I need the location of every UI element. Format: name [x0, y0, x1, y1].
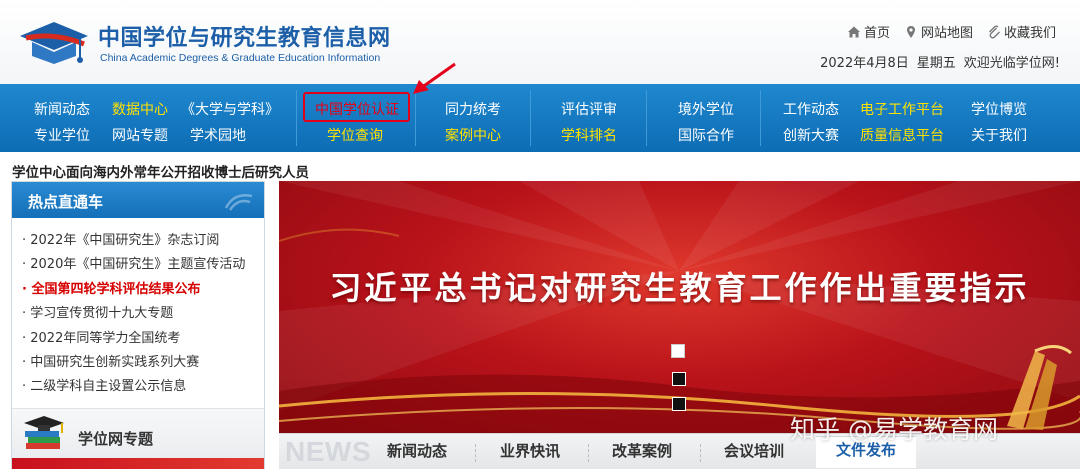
home-link[interactable]: 首页	[847, 22, 890, 41]
annotation-highlight-box	[303, 92, 410, 122]
nav-item-overseas-degree[interactable]: 境外学位	[678, 99, 734, 119]
tab-divider	[700, 444, 701, 462]
sitemap-link[interactable]: 网站地图	[904, 22, 973, 41]
hot-topic-item[interactable]: · 二级学科自主设置公示信息	[22, 375, 262, 399]
tab-divider	[588, 444, 589, 462]
nav-divider	[530, 90, 531, 146]
special-topics-title: 学位网专题	[78, 430, 154, 448]
nav-item-discipline-ranking[interactable]: 学科排名	[561, 125, 617, 145]
weekday-text: 星期五	[916, 56, 956, 71]
special-topics-box[interactable]: 学位网专题	[12, 408, 264, 462]
decorative-red-strip	[12, 458, 264, 469]
nav-item-degree-expo[interactable]: 学位博览	[971, 99, 1027, 119]
graduation-cap-logo-icon[interactable]	[18, 14, 90, 70]
hero-banner[interactable]: 习近平总书记对研究生教育工作作出重要指示	[279, 181, 1080, 433]
hot-topics-list: · 2022年《中国研究生》杂志订阅 · 2020年《中国研究生》主题宣传活动 …	[22, 229, 262, 400]
tab-industry-news[interactable]: 业界快讯	[500, 440, 560, 461]
hot-topics-panel: 热点直通车 · 2022年《中国研究生》杂志订阅 · 2020年《中国研究生》主…	[11, 181, 265, 469]
books-grad-cap-icon	[24, 416, 64, 449]
hot-topics-title: 热点直通车	[28, 193, 104, 211]
paperclip-icon	[988, 25, 1000, 38]
notice-text[interactable]: 学位中心面向海内外常年公开招收博士后研究人员	[12, 161, 309, 181]
hot-topics-header: 热点直通车	[12, 182, 264, 218]
home-icon	[847, 26, 860, 37]
bookmark-link-label: 收藏我们	[1003, 26, 1056, 41]
top-links: 首页 网站地图 收藏我们	[847, 22, 1056, 41]
site-subtitle: China Academic Degrees & Graduate Educat…	[100, 52, 381, 64]
tab-meetings[interactable]: 会议培训	[724, 440, 784, 461]
tab-divider	[475, 444, 476, 462]
nav-item-evaluation[interactable]: 评估评审	[561, 99, 617, 119]
carousel-dot-1[interactable]	[671, 344, 685, 358]
nav-item-about-us[interactable]: 关于我们	[971, 125, 1027, 145]
nav-item-news[interactable]: 新闻动态	[34, 99, 90, 119]
nav-item-degree-query[interactable]: 学位查询	[327, 125, 383, 145]
hot-topic-item[interactable]: · 2022年《中国研究生》杂志订阅	[22, 229, 262, 253]
welcome-text: 欢迎光临学位网!	[963, 56, 1060, 71]
map-pin-icon	[906, 25, 915, 38]
nav-item-unified-exam[interactable]: 同力统考	[445, 99, 501, 119]
carousel-dot-2[interactable]	[672, 372, 686, 386]
nav-divider	[760, 90, 761, 146]
tab-news[interactable]: 新闻动态	[387, 440, 447, 461]
hot-topic-item-highlighted[interactable]: · 全国第四轮学科评估结果公布	[22, 278, 262, 302]
nav-divider	[415, 90, 416, 146]
nav-item-e-platform[interactable]: 电子工作平台	[860, 99, 944, 119]
nav-item-site-topics[interactable]: 网站专题	[112, 125, 168, 145]
nav-item-work-news[interactable]: 工作动态	[783, 99, 839, 119]
hot-topic-item[interactable]: · 学习宣传贯彻十九大专题	[22, 302, 262, 326]
date-text: 2022年4月8日	[820, 56, 909, 71]
hot-topic-item[interactable]: · 2020年《中国研究生》主题宣传活动	[22, 253, 262, 277]
news-logo: NEWS	[285, 436, 371, 467]
nav-item-case-center[interactable]: 案例中心	[445, 125, 501, 145]
bookmark-link[interactable]: 收藏我们	[987, 22, 1056, 41]
carousel-dot-3[interactable]	[672, 397, 686, 411]
nav-item-innovation-contest[interactable]: 创新大赛	[783, 125, 839, 145]
nav-divider	[296, 90, 297, 146]
nav-item-academic-garden[interactable]: 学术园地	[190, 125, 246, 145]
tab-reform-cases[interactable]: 改革案例	[612, 440, 672, 461]
monument-illustration-icon	[1007, 345, 1072, 430]
date-line: 2022年4月8日 星期五 欢迎光临学位网!	[812, 52, 1060, 71]
sitemap-link-label: 网站地图	[920, 26, 973, 41]
nav-item-quality-platform[interactable]: 质量信息平台	[860, 125, 944, 145]
site-title[interactable]: 中国学位与研究生教育信息网	[98, 20, 391, 52]
decorative-swirl-icon	[224, 194, 253, 211]
nav-item-professional-degree[interactable]: 专业学位	[34, 125, 90, 145]
nav-item-university-discipline[interactable]: 《大学与学科》	[181, 99, 279, 119]
home-link-label: 首页	[863, 26, 890, 41]
nav-divider	[646, 90, 647, 146]
hot-topic-item[interactable]: · 2022年同等学力全国统考	[22, 327, 262, 351]
hot-topic-item[interactable]: · 中国研究生创新实践系列大赛	[22, 351, 262, 375]
main-nav: 新闻动态 数据中心 《大学与学科》 专业学位 网站专题 学术园地 中国学位认证 …	[0, 84, 1080, 152]
annotation-arrow-icon	[413, 62, 456, 94]
nav-item-international[interactable]: 国际合作	[678, 125, 734, 145]
banner-headline[interactable]: 习近平总书记对研究生教育工作作出重要指示	[279, 263, 1080, 309]
zhihu-watermark: 知乎 @易学教育网	[790, 415, 998, 444]
site-header: 中国学位与研究生教育信息网 China Academic Degrees & G…	[0, 0, 1080, 84]
nav-item-data-center[interactable]: 数据中心	[112, 99, 168, 119]
